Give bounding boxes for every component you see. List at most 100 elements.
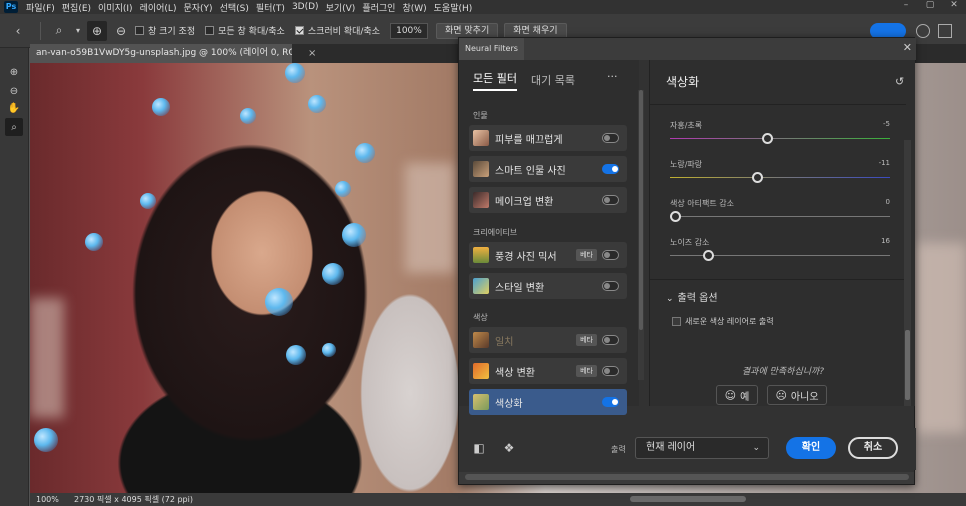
close-tab-icon[interactable]: ×	[308, 44, 316, 63]
minimize-icon[interactable]: –	[894, 0, 918, 14]
panel-heading: 색상화	[666, 75, 700, 89]
cancel-button[interactable]: 취소	[848, 437, 898, 459]
menu-plugins[interactable]: 플러그인	[362, 1, 395, 14]
maximize-icon[interactable]: ▢	[918, 0, 942, 14]
noise-reduction-slider[interactable]	[670, 250, 890, 261]
slider-value-yellow-blue: -11	[878, 159, 890, 167]
dialog-horizontal-scrollbar[interactable]	[459, 472, 914, 484]
reset-icon[interactable]: ↺	[895, 75, 904, 88]
zoom-all-label: 모든 창 확대/축소	[218, 27, 285, 37]
menu-window[interactable]: 창(W)	[402, 1, 426, 14]
resize-windows-checkbox[interactable]: 창 크기 조정	[135, 24, 195, 37]
document-tab[interactable]: an-van-o59B1VwDY5g-unsplash.jpg @ 100% (…	[30, 44, 292, 63]
bubble	[265, 288, 293, 316]
filter-toggle[interactable]	[602, 133, 619, 143]
filter-toggle[interactable]	[602, 397, 619, 407]
checkbox-icon	[205, 26, 215, 35]
preview-toggle-icon[interactable]: ◧	[471, 440, 487, 456]
zoom-in-icon[interactable]: ⊕	[87, 20, 107, 41]
tool-strip: ⊕ ⊖ ✋ ⌕	[0, 48, 29, 506]
tab-wait-list[interactable]: 대기 목록	[531, 72, 575, 91]
zoom-out-tool-icon[interactable]: ⊖	[7, 84, 21, 98]
dialog-title-bar: Neural Filters ✕	[459, 38, 916, 60]
tab-all-filters[interactable]: 모든 필터	[473, 70, 517, 91]
beta-badge: 베타	[576, 365, 597, 377]
output-options-section[interactable]: ⌄ 출력 옵션	[666, 289, 718, 304]
style-thumbnail-icon	[473, 278, 489, 294]
menu-help[interactable]: 도움말(H)	[434, 1, 473, 14]
filter-toggle[interactable]	[602, 335, 619, 345]
yellow-blue-slider[interactable]	[670, 172, 890, 183]
menu-select[interactable]: 선택(S)	[220, 1, 249, 14]
filter-toggle[interactable]	[602, 281, 619, 291]
output-select[interactable]: 현재 레이어 ⌄	[635, 437, 769, 459]
divider	[650, 104, 906, 105]
close-icon[interactable]: ✕	[903, 41, 912, 54]
horizontal-scrollbar[interactable]	[630, 496, 746, 502]
ok-button[interactable]: 확인	[786, 437, 836, 459]
menu-file[interactable]: 파일(F)	[26, 1, 55, 14]
filter-makeup-transfer[interactable]: 메이크업 변환	[469, 187, 627, 213]
filter-skin-smoothing[interactable]: 피부를 매끄럽게	[469, 125, 627, 151]
filter-toggle[interactable]	[602, 164, 619, 174]
menu-view[interactable]: 보기(V)	[326, 1, 356, 14]
filter-toggle[interactable]	[602, 195, 619, 205]
filter-tabs: 모든 필터 대기 목록	[473, 70, 589, 91]
menu-filter[interactable]: 필터(T)	[256, 1, 285, 14]
slider-knob[interactable]	[670, 211, 681, 222]
filter-harmonization[interactable]: 일치 베타	[469, 327, 627, 353]
menu-image[interactable]: 이미지(I)	[98, 1, 133, 14]
zoom-value-field[interactable]: 100%	[389, 22, 428, 39]
filter-list-scrollbar[interactable]	[638, 90, 644, 380]
zoom-out-icon[interactable]: ⊖	[111, 21, 131, 41]
zoom-all-checkbox[interactable]: 모든 창 확대/축소	[205, 24, 285, 37]
filter-toggle[interactable]	[602, 250, 619, 260]
filter-landscape-mixer[interactable]: 풍경 사진 믹서 베타	[469, 242, 627, 268]
settings-scrollbar[interactable]	[904, 140, 911, 406]
menu-bar: Ps 파일(F) 편집(E) 이미지(I) 레이어(L) 문자(Y) 선택(S)…	[0, 0, 966, 14]
filter-toggle[interactable]	[602, 366, 619, 376]
colorize-thumbnail-icon	[473, 394, 489, 410]
zoom-in-tool-icon[interactable]: ⊕	[7, 65, 21, 79]
filter-label: 스타일 변환	[495, 282, 545, 294]
close-window-icon[interactable]: ✕	[942, 0, 966, 14]
workspace-icon[interactable]	[938, 24, 952, 38]
layers-icon[interactable]: ❖	[501, 440, 517, 456]
status-zoom[interactable]: 100%	[30, 495, 68, 504]
zoom-tool-icon[interactable]: ⌕	[5, 118, 23, 136]
bubble	[85, 233, 103, 251]
filter-color-transfer[interactable]: 색상 변환 베타	[469, 358, 627, 384]
category-color: 색상	[473, 313, 488, 322]
slider-label-yellow-blue: 노랑/파랑	[670, 160, 703, 169]
filter-smart-portrait[interactable]: 스마트 인물 사진	[469, 156, 627, 182]
bubble	[285, 63, 305, 83]
bubble	[322, 263, 344, 285]
slider-knob[interactable]	[751, 172, 763, 183]
category-portrait: 인물	[473, 111, 488, 120]
photoshop-window: Ps 파일(F) 편집(E) 이미지(I) 레이어(L) 문자(Y) 선택(S)…	[0, 0, 966, 506]
feedback-no-button[interactable]: ☹ 아니오	[767, 385, 827, 405]
new-color-layer-checkbox[interactable]: 새로운 색상 레이어로 출력	[672, 316, 774, 327]
menu-3d[interactable]: 3D(D)	[292, 2, 319, 12]
chevron-down-icon[interactable]: ▾	[73, 21, 83, 41]
slider-knob[interactable]	[703, 250, 715, 261]
menu-type[interactable]: 문자(Y)	[183, 1, 212, 14]
more-options-icon[interactable]: ···	[607, 70, 618, 83]
filter-label: 피부를 매끄럽게	[495, 134, 563, 146]
search-icon[interactable]	[916, 24, 930, 38]
filter-colorize[interactable]: 색상화	[469, 389, 627, 415]
menu-edit[interactable]: 편집(E)	[62, 1, 91, 14]
artifact-reduction-slider[interactable]	[670, 211, 890, 222]
slider-knob[interactable]	[761, 133, 773, 144]
menu-layer[interactable]: 레이어(L)	[140, 1, 177, 14]
back-chevron-icon[interactable]: ‹	[8, 21, 28, 41]
feedback-yes-button[interactable]: ☺ 예	[716, 385, 758, 405]
magenta-green-slider[interactable]	[670, 133, 890, 144]
filter-label: 메이크업 변환	[495, 196, 554, 208]
zoom-tool-icon[interactable]: ⌕	[49, 21, 69, 41]
frown-icon: ☹	[775, 388, 787, 402]
scrubby-zoom-checkbox[interactable]: 스크러비 확대/축소	[294, 24, 380, 37]
hand-tool-icon[interactable]: ✋	[7, 101, 21, 115]
filter-style-transfer[interactable]: 스타일 변환	[469, 273, 627, 299]
blurred-region	[915, 243, 966, 433]
